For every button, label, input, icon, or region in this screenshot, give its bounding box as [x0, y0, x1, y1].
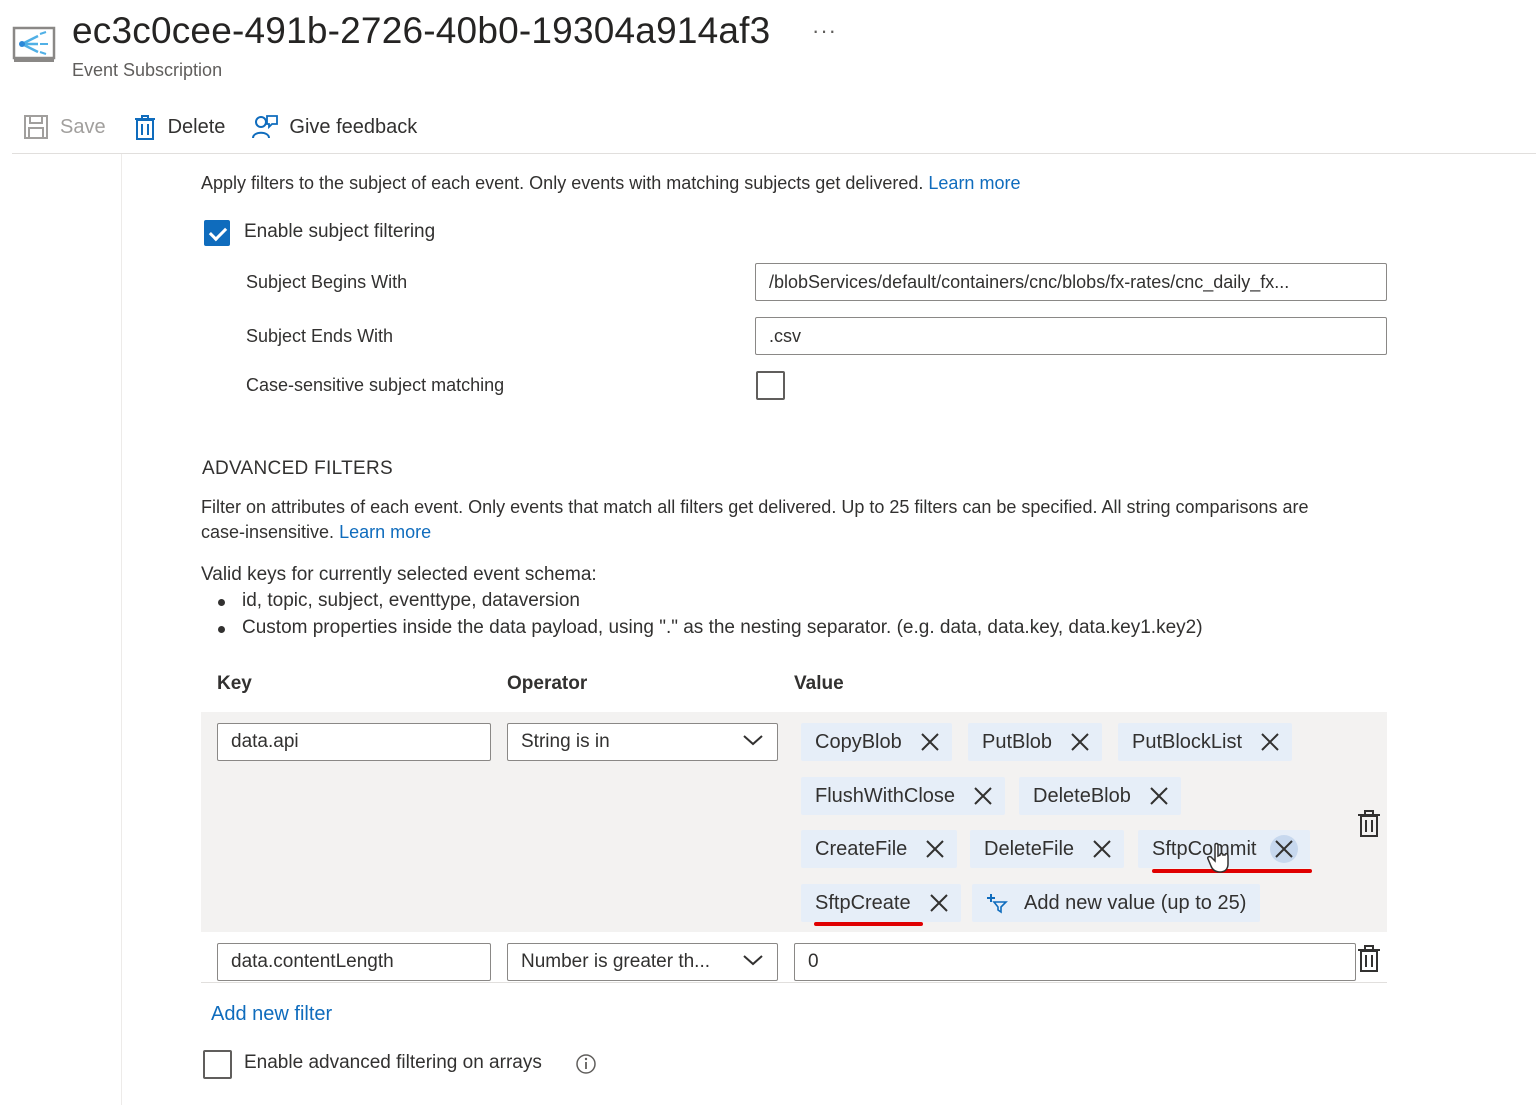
- value-chip: CopyBlob: [801, 723, 952, 761]
- value-chip: SftpCreate: [801, 884, 961, 922]
- filter-operator-value: Number is greater th...: [521, 951, 711, 972]
- advanced-filters-description-line1: Filter on attributes of each event. Only…: [201, 497, 1309, 517]
- value-chip-label: CreateFile: [815, 837, 908, 860]
- subject-learn-more-link[interactable]: Learn more: [928, 173, 1020, 193]
- add-new-value-button[interactable]: Add new value (up to 25): [972, 884, 1261, 922]
- add-new-filter-link[interactable]: Add new filter: [211, 1003, 332, 1026]
- advanced-filters-description-line2-text: case-insensitive.: [201, 522, 335, 542]
- feedback-icon: [251, 113, 279, 141]
- value-chip-label: PutBlockList: [1132, 730, 1243, 753]
- annotation-underline: [1152, 869, 1312, 873]
- remove-value-icon[interactable]: [920, 732, 940, 752]
- remove-value-icon[interactable]: [925, 839, 945, 859]
- filter-value-input[interactable]: 0: [794, 943, 1356, 981]
- toolbar-divider: [12, 153, 1536, 154]
- more-options-button[interactable]: ···: [812, 18, 837, 44]
- subject-ends-with-value: .csv: [769, 325, 802, 346]
- subject-ends-with-label: Subject Ends With: [246, 326, 394, 346]
- remove-value-icon[interactable]: [1092, 839, 1112, 859]
- annotation-underline: [814, 922, 923, 926]
- case-sensitive-label: Case-sensitive subject matching: [246, 375, 505, 395]
- filter-operator-select[interactable]: String is in: [507, 723, 778, 761]
- remove-value-icon[interactable]: [1270, 835, 1299, 863]
- subject-begins-with-value: /blobServices/default/containers/cnc/blo…: [769, 271, 1290, 292]
- advanced-learn-more-link[interactable]: Learn more: [339, 522, 431, 542]
- value-chip: PutBlockList: [1118, 723, 1293, 761]
- chevron-down-icon: [742, 731, 764, 753]
- remove-value-icon[interactable]: [1149, 786, 1169, 806]
- chevron-down-icon: [742, 951, 764, 973]
- valid-keys-item: Custom properties inside the data payloa…: [242, 617, 1203, 638]
- value-chip-label: CopyBlob: [815, 730, 902, 753]
- enable-subject-filtering-label: Enable subject filtering: [244, 221, 436, 242]
- delete-button[interactable]: Delete: [132, 113, 226, 141]
- delete-label: Delete: [167, 115, 226, 138]
- filter-key-value: data.api: [231, 731, 299, 752]
- save-label: Save: [60, 115, 106, 138]
- subject-ends-with-input[interactable]: .csv: [755, 317, 1387, 355]
- event-grid-icon: [12, 22, 56, 66]
- column-header-key: Key: [217, 673, 252, 694]
- subject-filter-description: Apply filters to the subject of each eve…: [201, 173, 1020, 194]
- value-chip-label: SftpCommit: [1152, 837, 1257, 860]
- valid-keys-label: Valid keys for currently selected event …: [201, 564, 597, 585]
- value-chip: CreateFile: [801, 830, 958, 868]
- add-value-icon: [986, 892, 1008, 914]
- delete-filter-button[interactable]: [1357, 943, 1381, 978]
- filter-key-input[interactable]: data.api: [217, 723, 491, 761]
- trash-icon: [1357, 810, 1381, 842]
- value-chip-label: PutBlob: [982, 730, 1053, 753]
- add-new-value-label: Add new value (up to 25): [1024, 891, 1247, 914]
- page-title: ec3c0cee-491b-2726-40b0-19304a914af3: [72, 10, 771, 51]
- advanced-filters-heading: ADVANCED FILTERS: [202, 458, 393, 479]
- column-header-operator: Operator: [507, 673, 588, 694]
- trash-icon: [132, 113, 158, 141]
- valid-keys-item: id, topic, subject, eventtype, dataversi…: [242, 590, 580, 611]
- trash-icon: [1357, 945, 1381, 977]
- filter-key-input[interactable]: data.contentLength: [217, 943, 491, 981]
- feedback-label: Give feedback: [289, 115, 418, 138]
- hand-cursor-icon: [1206, 842, 1232, 879]
- column-header-value: Value: [794, 673, 844, 694]
- advanced-filters-description-line2: case-insensitive. Learn more: [201, 522, 431, 543]
- save-button[interactable]: Save: [22, 113, 106, 141]
- subject-begins-with-label: Subject Begins With: [246, 272, 408, 292]
- value-chip-label: DeleteFile: [984, 837, 1075, 860]
- remove-value-icon[interactable]: [929, 893, 949, 913]
- filter-value-text: 0: [808, 951, 819, 972]
- enable-array-filtering-label: Enable advanced filtering on arrays: [244, 1052, 542, 1073]
- filter-key-value: data.contentLength: [231, 951, 394, 972]
- subject-begins-with-input[interactable]: /blobServices/default/containers/cnc/blo…: [755, 263, 1387, 301]
- give-feedback-button[interactable]: Give feedback: [251, 113, 417, 141]
- filter-operator-value: String is in: [521, 731, 610, 752]
- value-chip-label: FlushWithClose: [815, 784, 956, 807]
- command-bar: Save Delete Give feedback: [22, 108, 443, 146]
- value-chip: PutBlob: [968, 723, 1103, 761]
- delete-filter-button[interactable]: [1357, 808, 1381, 843]
- filter-operator-select[interactable]: Number is greater th...: [507, 943, 778, 981]
- value-chip: DeleteBlob: [1019, 777, 1181, 815]
- enable-subject-filtering-checkbox[interactable]: [204, 220, 230, 246]
- bullet-marker: [218, 626, 225, 633]
- bullet-marker: [218, 599, 225, 606]
- row-divider: [201, 982, 1387, 983]
- remove-value-icon[interactable]: [1070, 732, 1090, 752]
- value-chip-label: DeleteBlob: [1033, 784, 1131, 807]
- page-subtitle: Event Subscription: [72, 60, 223, 80]
- save-icon: [22, 113, 50, 141]
- value-chip-label: SftpCreate: [815, 891, 911, 914]
- case-sensitive-checkbox[interactable]: [756, 371, 785, 400]
- value-chip: DeleteFile: [970, 830, 1125, 868]
- remove-value-icon[interactable]: [1260, 732, 1280, 752]
- enable-array-filtering-checkbox[interactable]: [203, 1050, 232, 1079]
- value-chip: FlushWithClose: [801, 777, 1006, 815]
- remove-value-icon[interactable]: [973, 786, 993, 806]
- info-icon[interactable]: [575, 1053, 597, 1080]
- subject-filter-description-text: Apply filters to the subject of each eve…: [201, 173, 924, 193]
- left-pane-divider: [121, 154, 122, 1105]
